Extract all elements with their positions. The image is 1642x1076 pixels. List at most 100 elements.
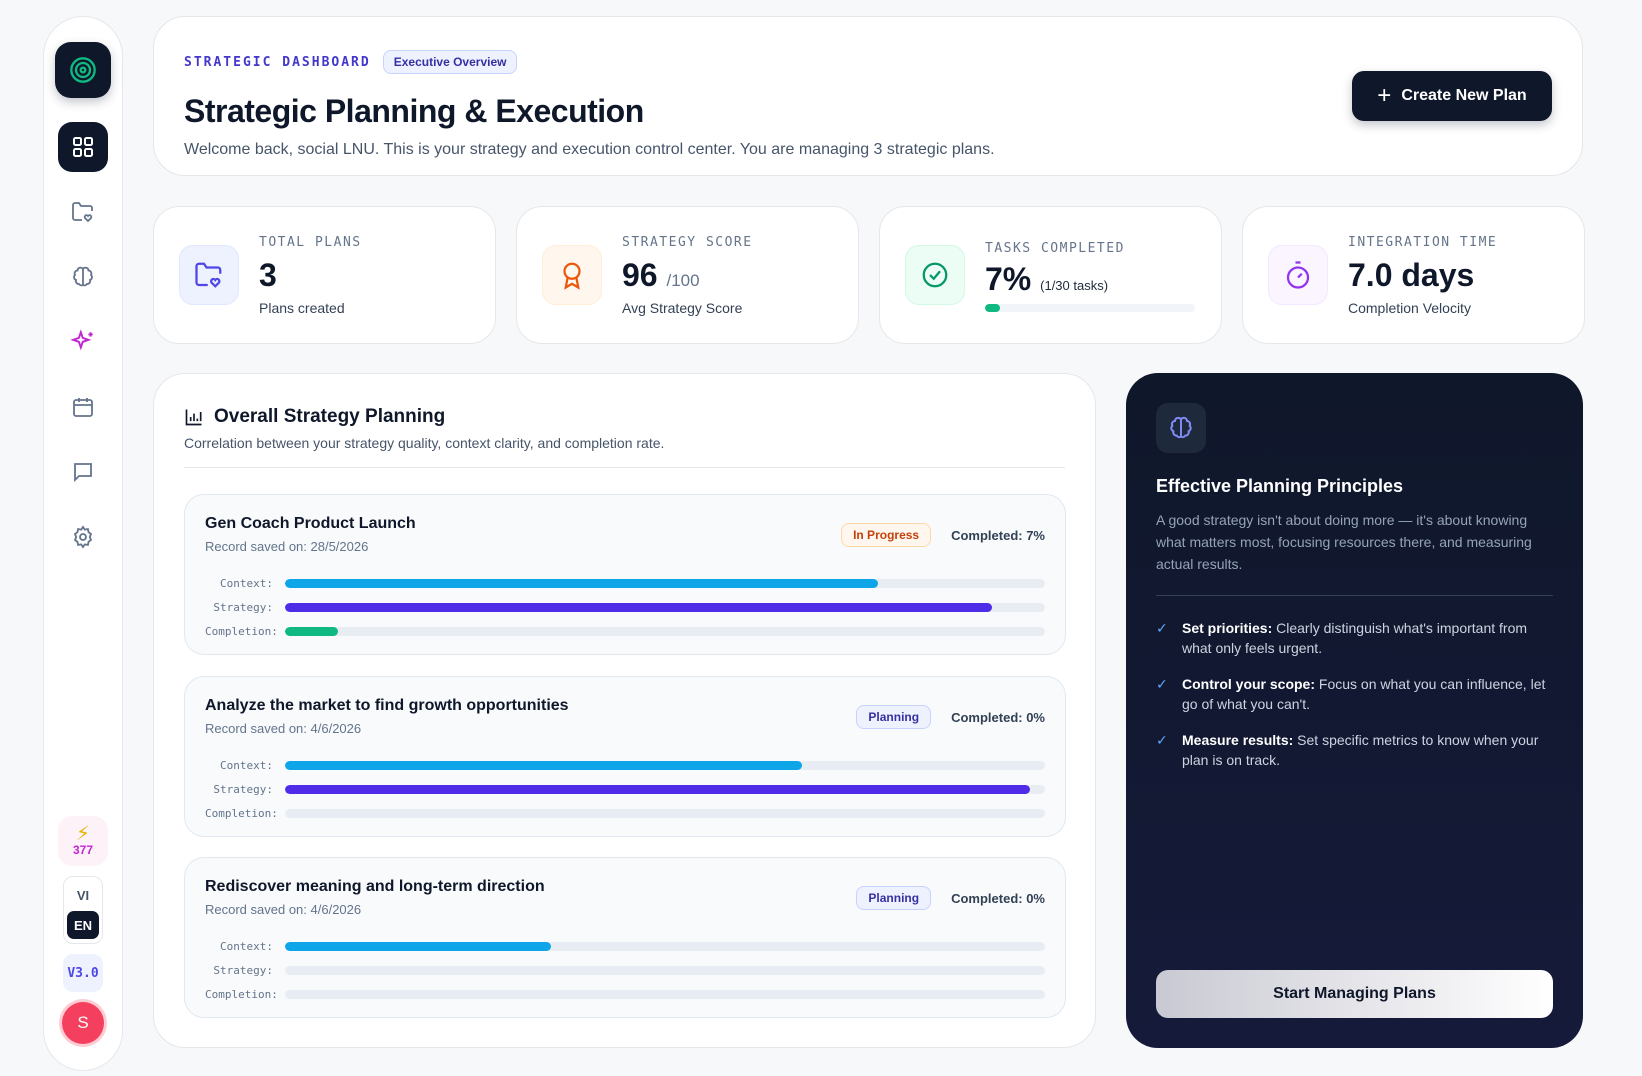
bar-track-strategy [285, 784, 1045, 794]
bar-row-context: Context: [205, 753, 1045, 777]
stat-card-total-plans: TOTAL PLANS 3 Plans created [153, 206, 496, 344]
bar-track-completion [285, 626, 1045, 636]
page-header: STRATEGIC DASHBOARD Executive Overview S… [153, 16, 1583, 176]
plan-name: Analyze the market to find growth opport… [205, 697, 569, 714]
bar-row-strategy: Strategy: [205, 595, 1045, 619]
stat-suffix: (1/30 tasks) [1040, 278, 1109, 293]
lang-option-vi[interactable]: VI [77, 881, 89, 909]
check-icon: ✓ [1156, 732, 1168, 748]
divider [1156, 595, 1553, 596]
plan-card[interactable]: Rediscover meaning and long-term directi… [184, 857, 1066, 1018]
bar-track-context [285, 578, 1045, 588]
overview-title: Overall Strategy Planning [214, 406, 446, 427]
bar-row-completion: Completion: [205, 801, 1045, 825]
nav-plans[interactable] [58, 187, 108, 237]
bar-row-completion: Completion: [205, 982, 1045, 1006]
nav-dashboard[interactable] [58, 122, 108, 172]
principle-item: ✓ Set priorities: Clearly distinguish wh… [1156, 618, 1556, 658]
bar-track-strategy [285, 965, 1045, 975]
bar-label-completion: Completion: [205, 806, 278, 820]
status-badge: In Progress [841, 523, 932, 547]
bar-label-completion: Completion: [205, 624, 278, 638]
stat-value: 7% [985, 261, 1032, 297]
bar-row-strategy: Strategy: [205, 958, 1045, 982]
bar-label-context: Context: [220, 939, 273, 953]
lightning-icon: ⚡ [75, 823, 91, 845]
app-logo[interactable] [55, 42, 111, 98]
stat-value-row: 96 /100 [622, 257, 700, 294]
principles-list: ✓ Set priorities: Clearly distinguish wh… [1156, 618, 1556, 770]
dashboard-icon [73, 137, 93, 157]
stat-sub: Plans created [259, 300, 345, 316]
plan-card[interactable]: Analyze the market to find growth opport… [184, 676, 1066, 837]
strategy-overview-panel: Overall Strategy Planning Correlation be… [153, 373, 1096, 1048]
brain-icon [1170, 416, 1192, 439]
principles-icon-wrap [1156, 403, 1206, 453]
bar-label-context: Context: [220, 576, 273, 590]
chat-icon [74, 463, 92, 483]
sidebar: ⚡ 377 VI EN V3.0 S [43, 16, 123, 1071]
principle-bold: Control your scope: [1182, 676, 1316, 692]
folder-heart-icon [72, 202, 93, 223]
avatar[interactable]: S [62, 1002, 104, 1044]
plan-date: Record saved on: 4/6/2026 [205, 902, 362, 917]
executive-overview-badge: Executive Overview [382, 50, 518, 74]
timer-icon [1286, 261, 1310, 289]
nav-brain[interactable] [58, 252, 108, 302]
principle-text: Measure results: Set specific metrics to… [1182, 730, 1556, 770]
plan-date: Record saved on: 28/5/2026 [205, 539, 369, 554]
stat-value: 3 [259, 257, 277, 293]
nav-ai[interactable] [58, 317, 108, 367]
bar-chart-icon [185, 409, 202, 426]
create-new-plan-button[interactable]: + Create New Plan [1352, 71, 1552, 121]
bar-fill-strategy [285, 784, 1030, 794]
stat-card-integration-time: INTEGRATION TIME 7.0 days Completion Vel… [1242, 206, 1585, 344]
stat-suffix: /100 [666, 271, 700, 290]
bar-fill-completion [285, 626, 339, 636]
sidebar-bottom: ⚡ 377 VI EN V3.0 S [58, 816, 108, 1044]
status-badge: Planning [856, 705, 932, 729]
bar-fill-strategy [285, 602, 992, 612]
sparkles-icon [70, 329, 93, 351]
brain-icon [73, 266, 93, 287]
principle-item: ✓ Control your scope: Focus on what you … [1156, 674, 1556, 714]
plan-bars: Context: Strategy: Completion: [205, 571, 1045, 643]
calendar-icon [73, 398, 93, 417]
plan-meta: Planning Completed: 0% [856, 886, 1045, 910]
plan-card[interactable]: Gen Coach Product Launch Record saved on… [184, 494, 1066, 655]
energy-count: 377 [72, 843, 94, 857]
nav-chat[interactable] [58, 447, 108, 497]
plan-completed: Completed: 7% [951, 527, 1045, 543]
bar-label-strategy: Strategy: [213, 782, 273, 796]
bar-row-context: Context: [205, 934, 1045, 958]
stat-icon-wrap [542, 245, 602, 305]
bar-label-context: Context: [220, 758, 273, 772]
lang-option-en[interactable]: EN [67, 911, 99, 939]
check-icon: ✓ [1156, 620, 1168, 636]
stat-sub: Avg Strategy Score [622, 300, 743, 316]
page-title: Strategic Planning & Execution [184, 93, 644, 129]
bar-track-context [285, 941, 1045, 951]
nav-settings[interactable] [58, 512, 108, 562]
start-managing-plans-button[interactable]: Start Managing Plans [1156, 970, 1553, 1018]
principles-title: Effective Planning Principles [1156, 476, 1404, 496]
stat-sub: Completion Velocity [1348, 300, 1471, 316]
bar-track-strategy [285, 602, 1045, 612]
plus-icon: + [1377, 82, 1392, 109]
page-subtitle: Welcome back, social LNU. This is your s… [184, 141, 995, 158]
stat-card-tasks-completed: TASKS COMPLETED 7% (1/30 tasks) [879, 206, 1222, 344]
principle-bold: Measure results: [1182, 732, 1294, 748]
stat-label: TOTAL PLANS [259, 235, 362, 250]
nav-calendar[interactable] [58, 382, 108, 432]
bar-label-strategy: Strategy: [213, 963, 273, 977]
check-circle-icon [922, 262, 948, 288]
plan-name: Rediscover meaning and long-term directi… [205, 878, 545, 895]
stat-icon-wrap [179, 245, 239, 305]
overview-subtitle: Correlation between your strategy qualit… [184, 435, 665, 451]
stat-icon-wrap [905, 245, 965, 305]
bar-fill-context [285, 760, 802, 770]
plan-bars: Context: Strategy: Completion: [205, 934, 1045, 1006]
plan-meta: Planning Completed: 0% [856, 705, 1045, 729]
energy-badge[interactable]: ⚡ 377 [58, 816, 108, 866]
status-badge: Planning [856, 886, 932, 910]
